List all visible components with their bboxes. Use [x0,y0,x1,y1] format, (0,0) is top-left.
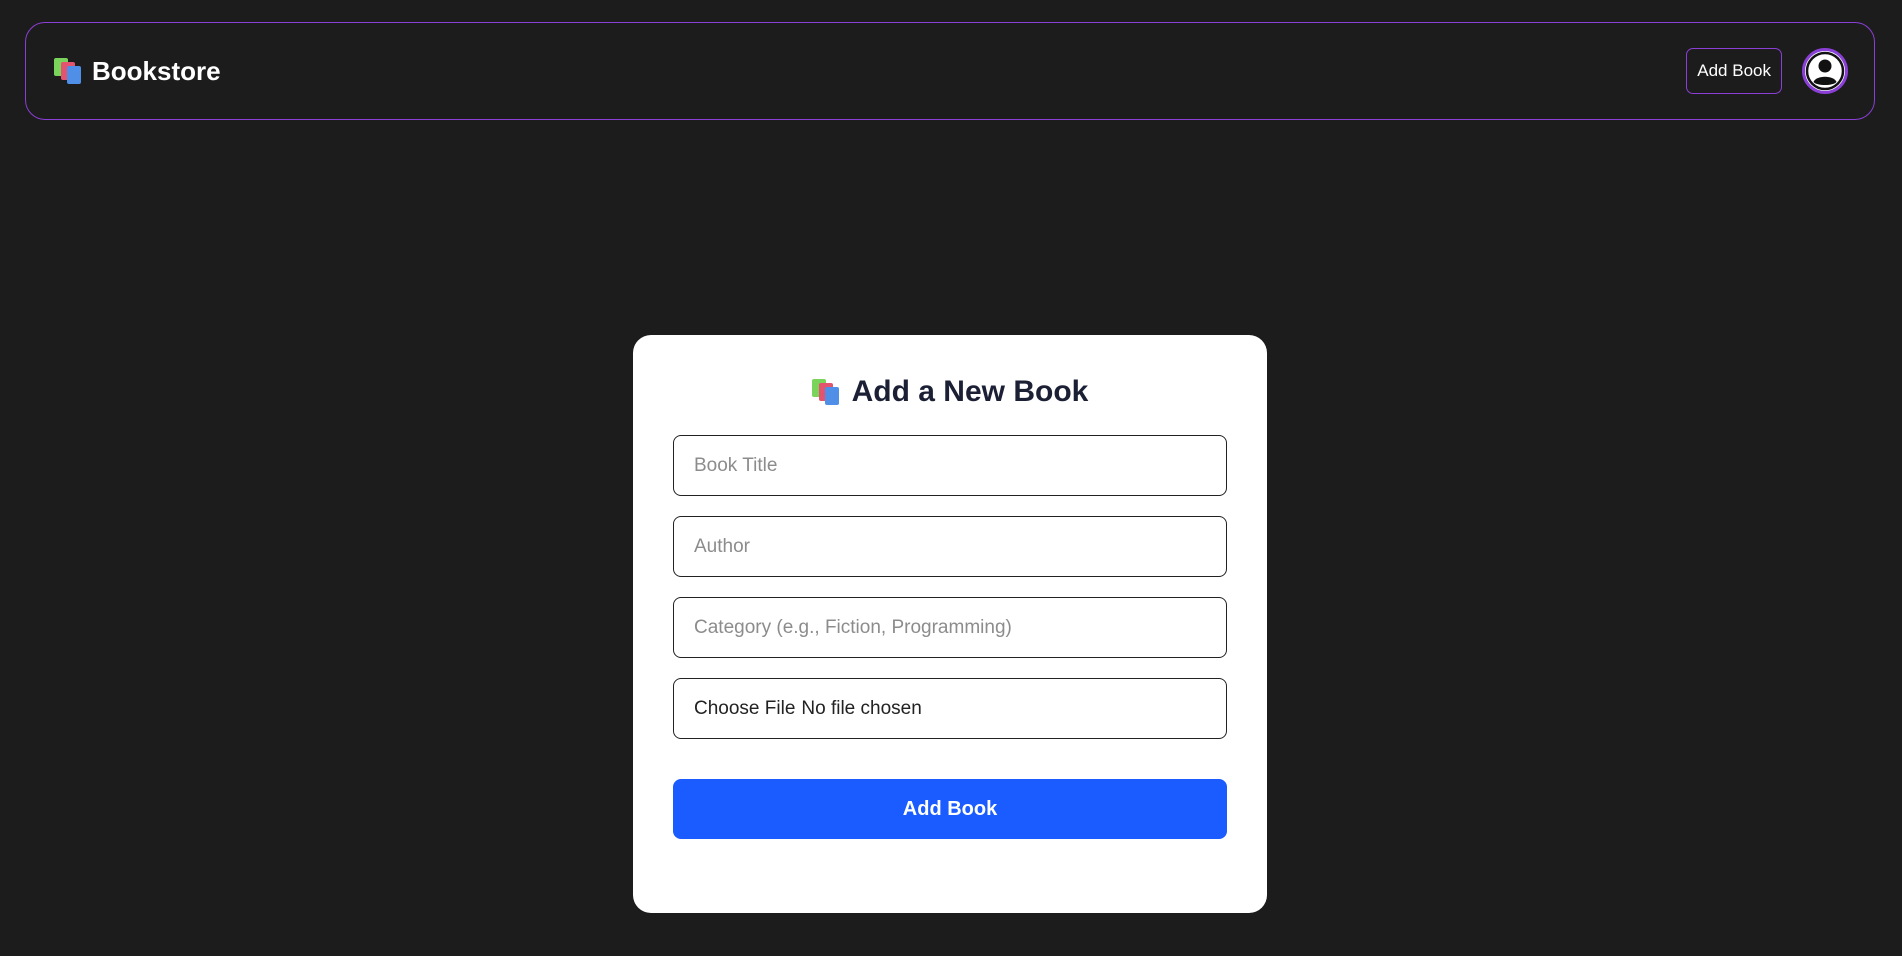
navbar: Bookstore Add Book [25,22,1875,120]
add-book-submit-button[interactable]: Add Book [673,779,1227,839]
nav-add-book-button[interactable]: Add Book [1686,48,1782,94]
choose-file-button[interactable]: Choose File [694,698,795,720]
cover-file-input[interactable]: Choose File No file chosen [673,678,1227,739]
book-title-input[interactable] [673,435,1227,496]
add-book-card: Add a New Book Choose File No file chose… [633,335,1267,913]
author-input[interactable] [673,516,1227,577]
nav-actions: Add Book [1686,48,1848,94]
user-avatar-icon[interactable] [1802,48,1848,94]
page-title-text: Add a New Book [851,375,1089,408]
file-status: No file chosen [801,697,922,719]
books-icon [54,58,82,84]
category-input[interactable] [673,597,1227,658]
brand-link[interactable]: Bookstore [54,56,221,87]
brand-name: Bookstore [92,55,221,86]
page-title: Add a New Book [673,375,1227,409]
books-icon [811,379,840,405]
